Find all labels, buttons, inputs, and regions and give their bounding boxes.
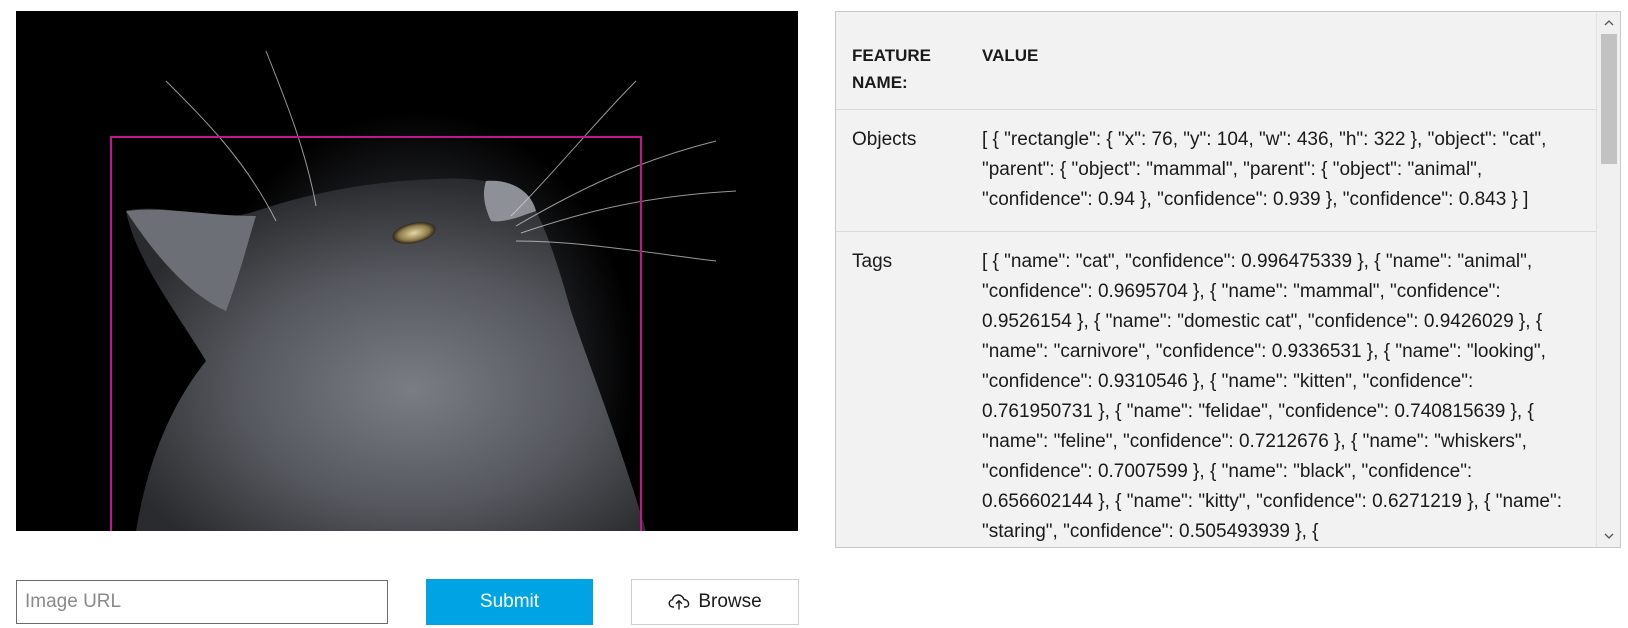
- image-preview: [16, 11, 798, 531]
- submit-button[interactable]: Submit: [426, 579, 593, 625]
- scrollbar-thumb[interactable]: [1601, 34, 1617, 164]
- table-header-row: FEATURE NAME: VALUE: [836, 12, 1596, 110]
- browse-label: Browse: [698, 591, 762, 612]
- results-table: FEATURE NAME: VALUE Objects [ { "rectang…: [836, 12, 1596, 547]
- feature-name-header: FEATURE NAME:: [852, 46, 932, 92]
- value-cell: [ { "rectangle": { "x": 76, "y": 104, "w…: [982, 129, 1547, 210]
- scroll-down-arrow-icon[interactable]: [1597, 527, 1620, 545]
- vertical-scrollbar[interactable]: [1596, 12, 1620, 547]
- image-url-input[interactable]: [16, 580, 388, 624]
- browse-button[interactable]: Browse: [631, 579, 799, 625]
- value-header: VALUE: [982, 46, 1039, 65]
- value-cell: [ { "name": "cat", "confidence": 0.99647…: [982, 251, 1563, 542]
- scroll-up-arrow-icon[interactable]: [1597, 14, 1620, 32]
- results-panel[interactable]: FEATURE NAME: VALUE Objects [ { "rectang…: [835, 11, 1621, 548]
- feature-name-cell: Tags: [852, 251, 893, 272]
- table-row: Objects [ { "rectangle": { "x": 76, "y":…: [836, 110, 1596, 232]
- cloud-upload-icon: [668, 593, 690, 611]
- feature-name-cell: Objects: [852, 129, 917, 150]
- table-row: Tags [ { "name": "cat", "confidence": 0.…: [836, 232, 1596, 547]
- object-bounding-box: [110, 136, 642, 531]
